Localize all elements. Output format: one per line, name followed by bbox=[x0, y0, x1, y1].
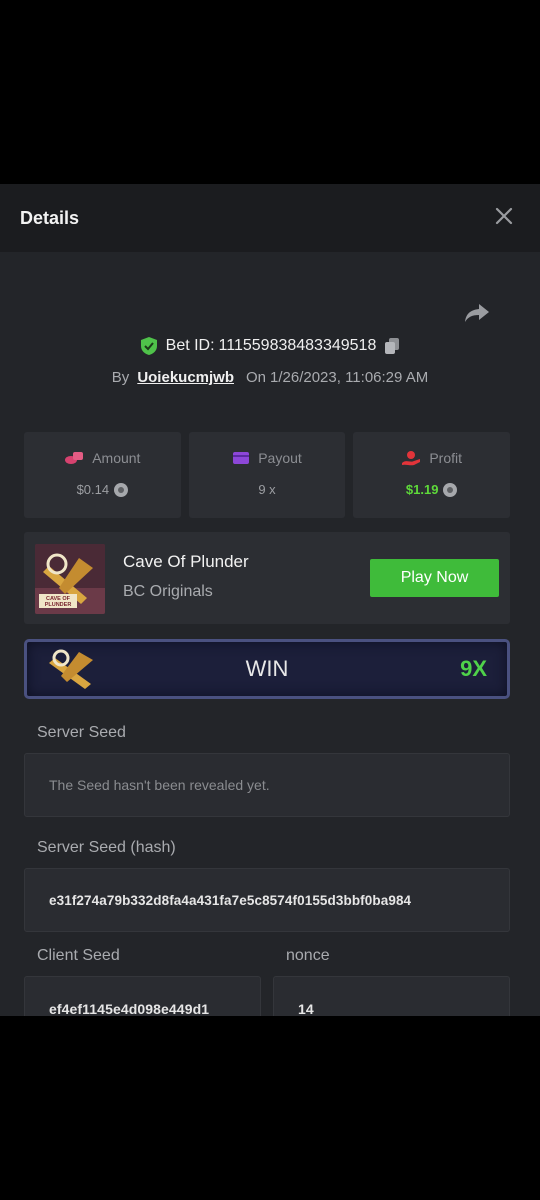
coin-icon bbox=[114, 482, 129, 497]
bet-datetime: 1/26/2023, 11:06:29 AM bbox=[270, 369, 429, 386]
nonce-field[interactable]: 14 bbox=[273, 976, 510, 1016]
bet-id-row: Bet ID: 111559838483349518 bbox=[0, 336, 540, 356]
game-provider: BC Originals bbox=[123, 583, 213, 600]
server-seed-hash-value: e31f274a79b332d8fa4a431fa7e5c8574f0155d3… bbox=[49, 892, 412, 908]
server-seed-field[interactable]: The Seed hasn't been revealed yet. bbox=[24, 753, 510, 817]
game-name[interactable]: Cave Of Plunder bbox=[123, 552, 249, 572]
bet-id-value: 111559838483349518 bbox=[218, 337, 377, 354]
amount-icon bbox=[65, 452, 84, 464]
server-seed-hash-field[interactable]: e31f274a79b332d8fa4a431fa7e5c8574f0155d3… bbox=[24, 868, 510, 932]
details-panel: Details Bet ID: 111559838483349518 By Uo… bbox=[0, 184, 540, 1016]
server-seed-label: Server Seed bbox=[37, 724, 126, 741]
amount-value: $0.14 bbox=[76, 482, 110, 497]
details-title: Details bbox=[20, 208, 80, 228]
stat-amount: Amount $0.14 bbox=[24, 432, 181, 518]
client-seed-label: Client Seed bbox=[37, 947, 120, 964]
payout-label: Payout bbox=[258, 450, 302, 466]
server-seed-hash-label: Server Seed (hash) bbox=[37, 839, 176, 856]
bet-by-row: By Uoiekucmjwb On 1/26/2023, 11:06:29 AM bbox=[0, 369, 540, 386]
amount-label: Amount bbox=[92, 450, 141, 466]
bet-id-label: Bet ID: bbox=[165, 337, 215, 354]
game-card: CAVE OF PLUNDER Cave Of Plunder BC Origi… bbox=[24, 532, 510, 624]
bet-stats: Amount $0.14 Payout 9 x Profit $1.19 bbox=[24, 432, 511, 518]
payout-icon bbox=[233, 452, 250, 464]
client-seed-value: ef4ef1145e4d098e449d1 bbox=[49, 1001, 210, 1016]
game-thumbnail[interactable]: CAVE OF PLUNDER bbox=[35, 544, 105, 614]
stat-profit: Profit $1.19 bbox=[353, 432, 511, 518]
close-icon[interactable] bbox=[494, 206, 514, 226]
result-label: WIN bbox=[245, 656, 289, 681]
nonce-label: nonce bbox=[286, 947, 330, 964]
nonce-value: 14 bbox=[298, 1001, 314, 1016]
share-icon[interactable] bbox=[464, 302, 490, 324]
client-seed-field[interactable]: ef4ef1145e4d098e449d1 bbox=[24, 976, 261, 1016]
coin-icon bbox=[443, 482, 458, 497]
payout-value: 9 x bbox=[258, 482, 276, 497]
stat-payout: Payout 9 x bbox=[188, 432, 346, 518]
by-label: By bbox=[111, 369, 130, 386]
svg-text:PLUNDER: PLUNDER bbox=[45, 602, 72, 608]
result-banner: WIN 9X bbox=[24, 639, 510, 699]
play-now-button[interactable]: Play Now bbox=[370, 559, 499, 597]
on-label: On bbox=[246, 369, 267, 386]
cave-of-plunder-logo-icon: CAVE OF PLUNDER bbox=[35, 544, 105, 614]
copy-icon[interactable] bbox=[384, 337, 400, 355]
details-header: Details bbox=[0, 184, 540, 252]
server-seed-value: The Seed hasn't been revealed yet. bbox=[49, 777, 270, 793]
profit-label: Profit bbox=[429, 450, 463, 466]
profit-value: $1.19 bbox=[405, 482, 439, 497]
shield-check-icon bbox=[140, 337, 157, 355]
result-multiplier: 9X bbox=[460, 656, 487, 681]
profit-icon bbox=[402, 451, 421, 466]
username-link[interactable]: Uoiekucmjwb bbox=[137, 369, 234, 386]
